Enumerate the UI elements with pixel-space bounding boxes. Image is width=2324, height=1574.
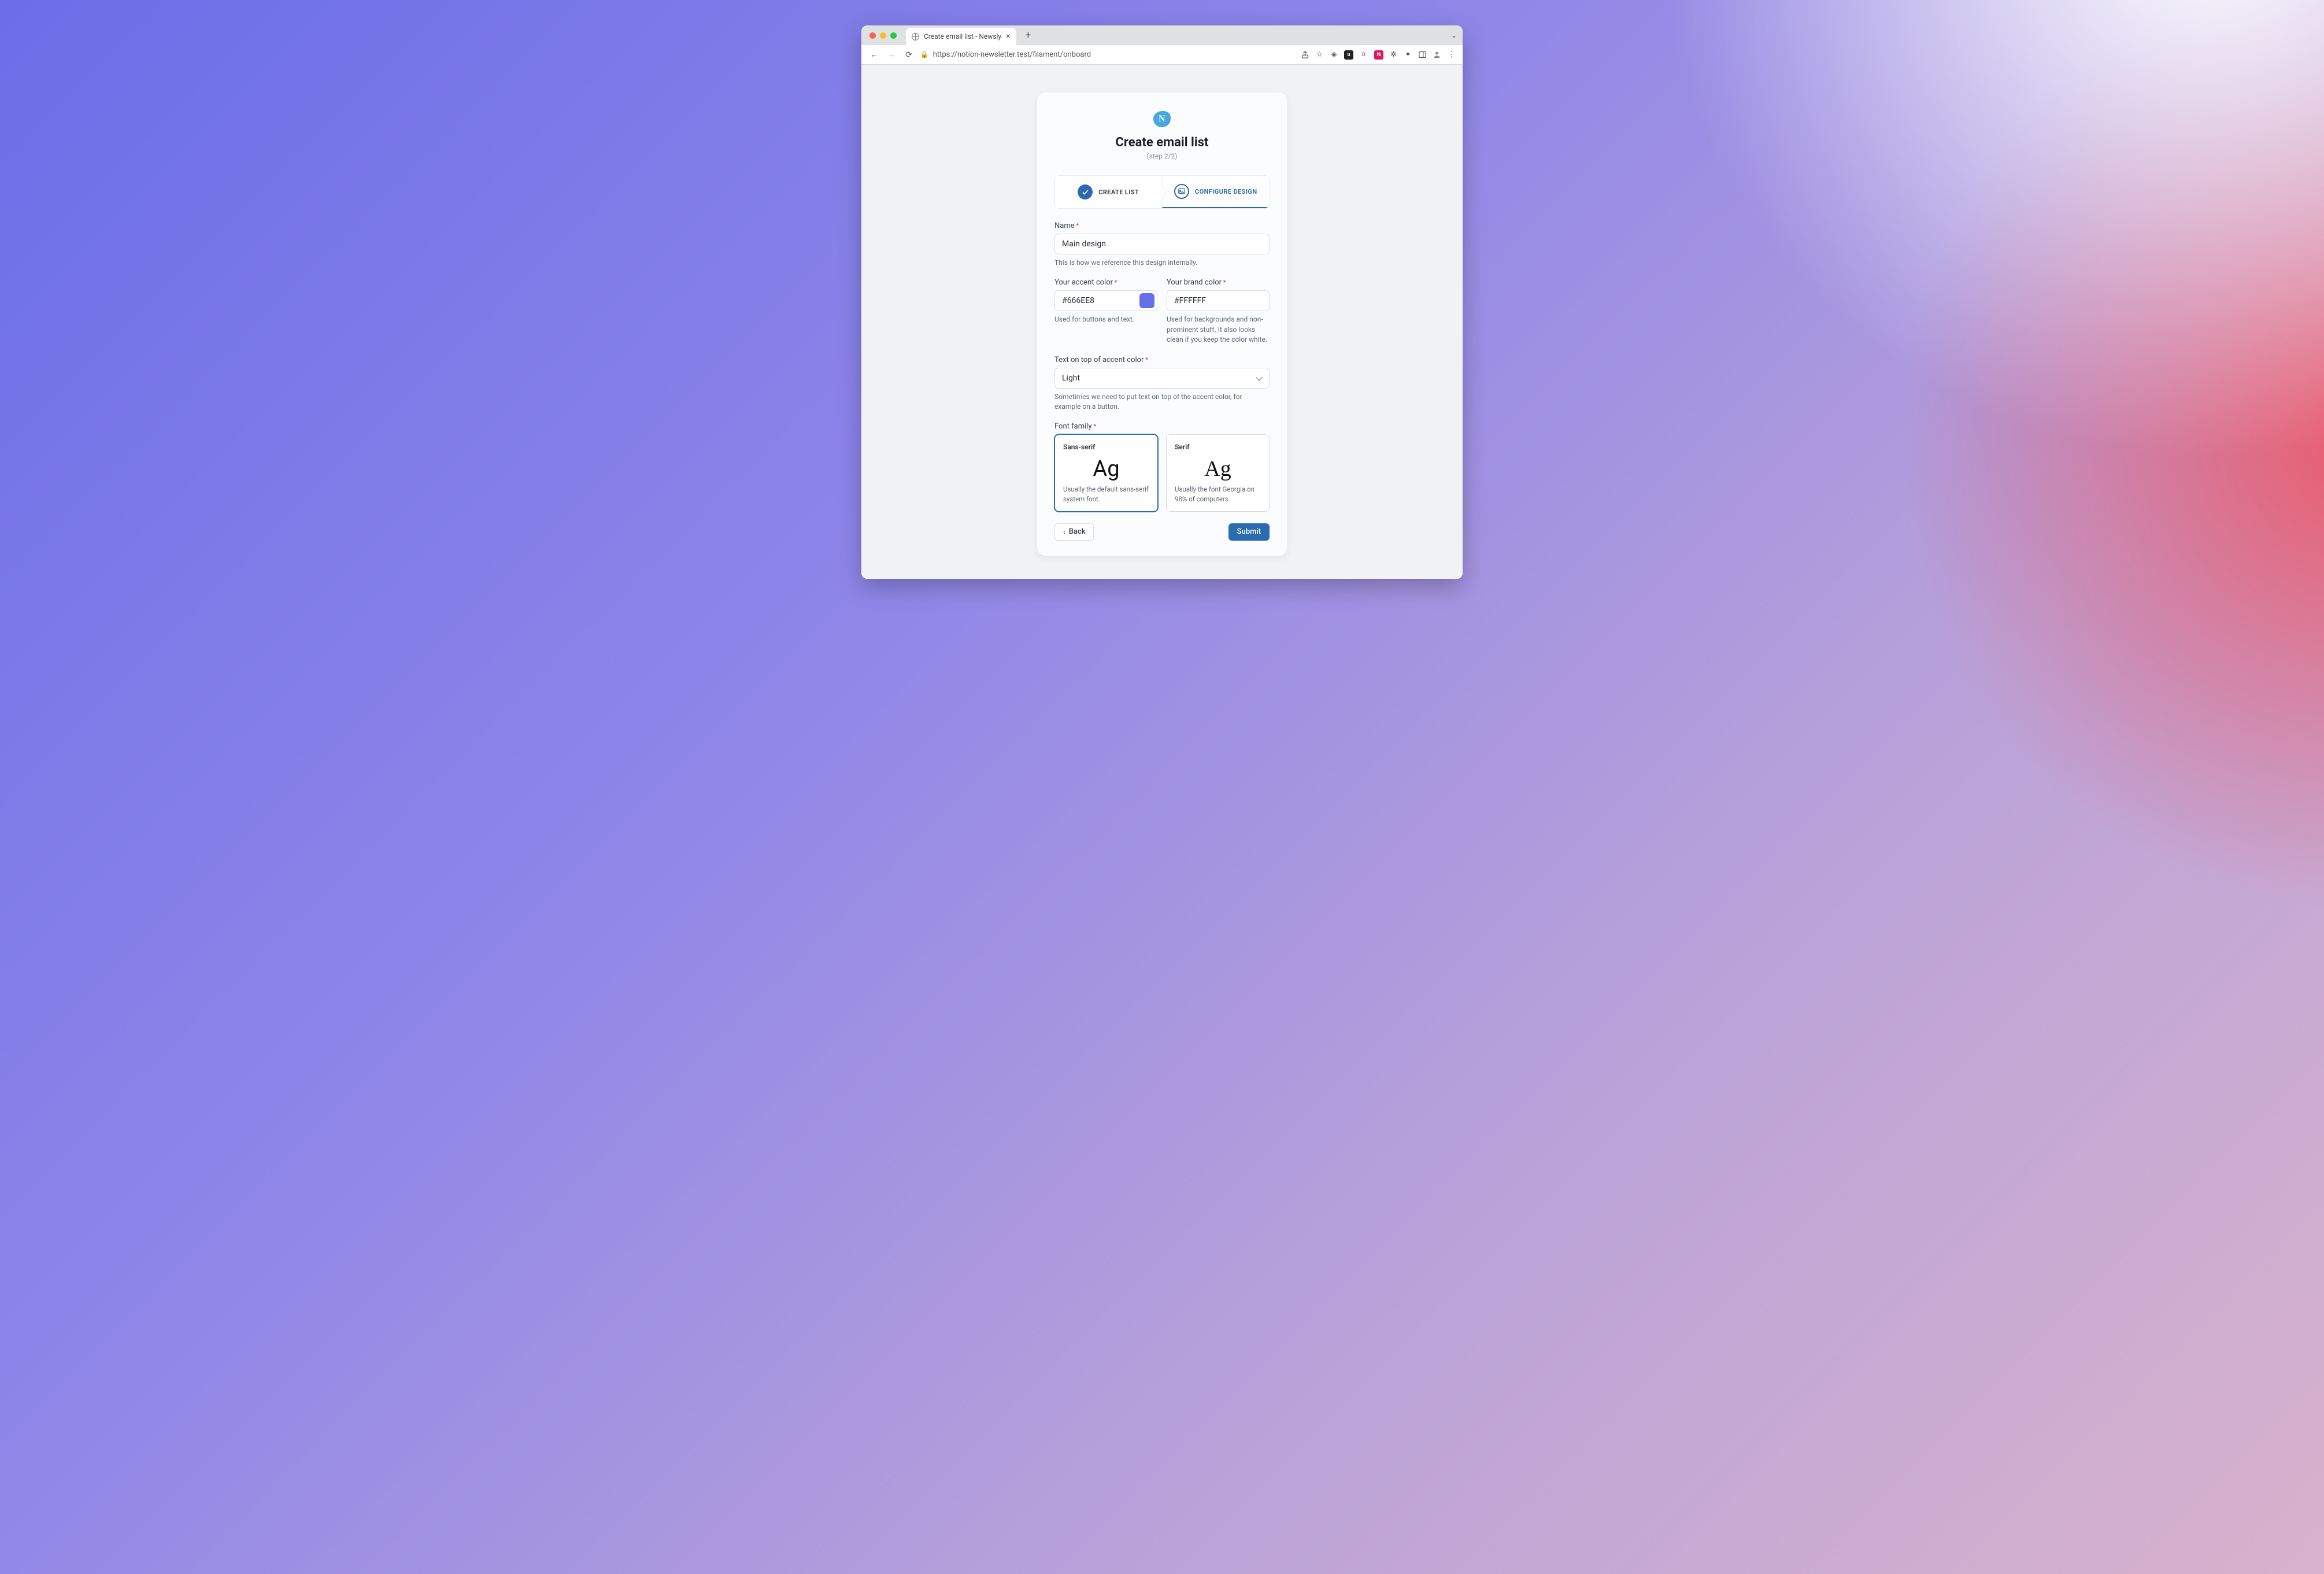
desktop-wallpaper: Create email list - Newsly × + ⌄ ← → ⟳ 🔒… bbox=[0, 0, 2324, 1574]
bookmark-star-icon[interactable]: ☆ bbox=[1315, 50, 1324, 59]
tabs-overflow-icon[interactable]: ⌄ bbox=[1451, 31, 1457, 39]
window-controls bbox=[868, 32, 900, 39]
step-1-label: CREATE LIST bbox=[1098, 189, 1139, 196]
accent-color-swatch[interactable] bbox=[1139, 293, 1154, 308]
back-button-label: Back bbox=[1069, 527, 1086, 536]
brand-color-input[interactable] bbox=[1167, 290, 1270, 311]
toolbar-actions: ☆ ◈ u D N ✲ ✦ ⋮ bbox=[1301, 50, 1456, 60]
address-bar[interactable]: 🔒 https://notion-newsletter.test/filamen… bbox=[920, 50, 1295, 59]
font-option-serif-desc: Usually the font Georgia on 98% of compu… bbox=[1175, 485, 1261, 504]
font-option-sans-sample: Ag bbox=[1063, 451, 1149, 485]
accent-color-help: Used for buttons and text. bbox=[1054, 315, 1157, 324]
browser-toolbar: ← → ⟳ 🔒 https://notion-newsletter.test/f… bbox=[861, 45, 1463, 65]
minimize-window-icon[interactable] bbox=[880, 32, 886, 39]
name-label: Name bbox=[1054, 221, 1270, 230]
text-on-accent-help: Sometimes we need to put text on top of … bbox=[1054, 392, 1270, 412]
name-input[interactable] bbox=[1054, 234, 1270, 254]
app-logo: N bbox=[1153, 110, 1172, 128]
settings-gear-icon[interactable]: ✲ bbox=[1389, 50, 1398, 59]
close-window-icon[interactable] bbox=[869, 32, 876, 39]
wizard-stepper: CREATE LIST CONFIGURE DESIGN bbox=[1054, 175, 1270, 209]
extension-icon-n[interactable]: N bbox=[1374, 50, 1383, 60]
font-family-label: Font family bbox=[1054, 422, 1270, 431]
step-1-create-list[interactable]: CREATE LIST bbox=[1055, 176, 1162, 208]
step-2-label: CONFIGURE DESIGN bbox=[1195, 188, 1257, 195]
extension-icon-1[interactable]: u bbox=[1344, 50, 1353, 60]
nav-forward-button[interactable]: → bbox=[886, 50, 897, 60]
profile-avatar-icon[interactable] bbox=[1433, 50, 1441, 59]
back-button[interactable]: ‹ Back bbox=[1054, 523, 1094, 541]
browser-window: Create email list - Newsly × + ⌄ ← → ⟳ 🔒… bbox=[861, 25, 1463, 579]
font-option-serif-sample: Ag bbox=[1175, 451, 1261, 485]
new-tab-button[interactable]: + bbox=[1022, 28, 1035, 42]
accent-color-label: Your accent color bbox=[1054, 278, 1157, 287]
page-title: Create email list bbox=[1054, 135, 1270, 150]
url-text: https://notion-newsletter.test/filament/… bbox=[933, 50, 1091, 59]
nav-reload-button[interactable]: ⟳ bbox=[903, 50, 915, 60]
step-2-configure-design[interactable]: CONFIGURE DESIGN bbox=[1162, 176, 1270, 208]
font-option-sans-desc: Usually the default sans-serif system fo… bbox=[1063, 485, 1149, 504]
check-icon bbox=[1078, 184, 1093, 199]
brand-color-help: Used for backgrounds and non-prominent s… bbox=[1167, 315, 1270, 345]
fullscreen-window-icon[interactable] bbox=[890, 32, 897, 39]
design-icon bbox=[1174, 184, 1189, 199]
text-on-accent-select[interactable]: Light bbox=[1054, 368, 1270, 389]
sidepanel-icon[interactable] bbox=[1418, 50, 1427, 59]
app-logo-letter: N bbox=[1159, 114, 1165, 124]
extension-diamond-icon[interactable]: ◈ bbox=[1330, 50, 1338, 59]
globe-icon bbox=[912, 33, 919, 40]
tab-title: Create email list - Newsly bbox=[924, 32, 1001, 40]
extensions-puzzle-icon[interactable]: ✦ bbox=[1404, 50, 1412, 59]
nav-back-button[interactable]: ← bbox=[868, 50, 880, 60]
lock-icon: 🔒 bbox=[920, 51, 928, 58]
font-option-sans[interactable]: Sans-serif Ag Usually the default sans-s… bbox=[1054, 434, 1158, 511]
text-on-accent-label: Text on top of accent color bbox=[1054, 356, 1270, 364]
brand-color-label: Your brand color bbox=[1167, 278, 1270, 287]
chevron-left-icon: ‹ bbox=[1063, 528, 1065, 536]
step-indicator: (step 2/2) bbox=[1054, 152, 1270, 160]
font-option-sans-name: Sans-serif bbox=[1063, 443, 1149, 451]
extension-icon-d[interactable]: D bbox=[1359, 50, 1368, 60]
browser-tab[interactable]: Create email list - Newsly × bbox=[906, 28, 1016, 45]
submit-button-label: Submit bbox=[1237, 527, 1261, 536]
onboard-card: N Create email list (step 2/2) CREATE LI… bbox=[1037, 93, 1287, 556]
close-tab-icon[interactable]: × bbox=[1006, 32, 1010, 40]
name-help: This is how we reference this design int… bbox=[1054, 258, 1270, 268]
kebab-menu-icon[interactable]: ⋮ bbox=[1447, 50, 1456, 59]
share-icon[interactable] bbox=[1301, 50, 1309, 59]
page-viewport: N Create email list (step 2/2) CREATE LI… bbox=[861, 65, 1463, 579]
font-option-serif[interactable]: Serif Ag Usually the font Georgia on 98%… bbox=[1166, 434, 1270, 511]
submit-button[interactable]: Submit bbox=[1228, 523, 1270, 541]
font-option-serif-name: Serif bbox=[1175, 443, 1261, 451]
browser-tabstrip: Create email list - Newsly × + ⌄ bbox=[861, 25, 1463, 45]
